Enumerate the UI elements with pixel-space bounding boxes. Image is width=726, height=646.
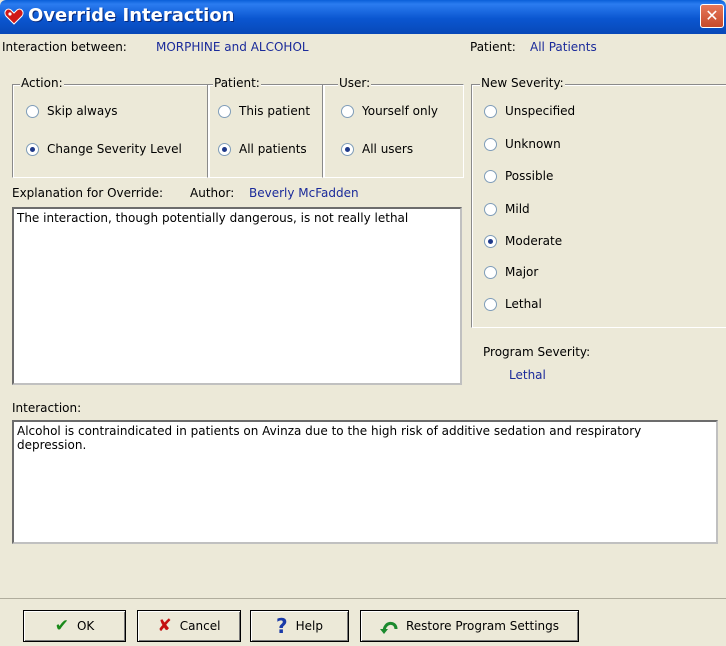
patient-group: [207, 84, 325, 178]
help-button[interactable]: ? Help: [250, 610, 349, 642]
x-mark-icon: ✘: [157, 616, 172, 636]
interaction-between-label: Interaction between:: [2, 40, 127, 54]
severity-major-radio[interactable]: Major: [484, 265, 538, 279]
all-users-radio[interactable]: All users: [341, 142, 413, 156]
heart-app-icon: [4, 8, 24, 25]
user-group: [322, 84, 464, 178]
new-severity-label: New Severity:: [480, 76, 565, 90]
help-button-label: Help: [295, 619, 323, 633]
explanation-label: Explanation for Override:: [12, 186, 164, 200]
change-severity-label: Change Severity Level: [47, 142, 182, 156]
severity-option-label: Moderate: [505, 234, 563, 248]
restore-button-label: Restore Program Settings: [405, 619, 559, 633]
radio-indicator: [341, 142, 354, 156]
program-severity-value: Lethal: [509, 368, 546, 382]
window-title: Override Interaction: [28, 5, 235, 26]
ok-button-label: OK: [76, 619, 95, 633]
radio-indicator: [484, 169, 497, 183]
interaction-textarea[interactable]: Alcohol is contraindicated in patients o…: [12, 420, 718, 544]
skip-always-radio[interactable]: Skip always: [26, 104, 118, 118]
cancel-button-label: Cancel: [179, 619, 221, 633]
patient-value: All Patients: [530, 40, 597, 54]
author-label: Author:: [190, 186, 235, 200]
all-patients-radio[interactable]: All patients: [218, 142, 307, 156]
restore-program-settings-button[interactable]: Restore Program Settings: [360, 610, 579, 642]
skip-always-label: Skip always: [47, 104, 118, 118]
severity-moderate-radio[interactable]: Moderate: [484, 234, 562, 248]
severity-possible-radio[interactable]: Possible: [484, 169, 553, 183]
close-icon[interactable]: ✕: [700, 4, 724, 28]
cancel-button[interactable]: ✘ Cancel: [137, 610, 241, 642]
severity-option-label: Possible: [505, 169, 554, 183]
author-value: Beverly McFadden: [249, 186, 359, 200]
checkmark-icon: ✔: [54, 616, 69, 636]
user-group-label: User:: [338, 76, 372, 90]
severity-mild-radio[interactable]: Mild: [484, 202, 530, 216]
severity-option-label: Unknown: [505, 137, 561, 151]
explanation-textarea[interactable]: The interaction, though potentially dang…: [12, 207, 462, 385]
yourself-only-label: Yourself only: [362, 104, 439, 118]
radio-indicator: [218, 142, 231, 156]
radio-indicator: [26, 104, 39, 118]
action-group-label: Action:: [20, 76, 64, 90]
this-patient-label: This patient: [239, 104, 311, 118]
severity-lethal-radio[interactable]: Lethal: [484, 297, 542, 311]
undo-arrow-icon: [379, 621, 398, 634]
radio-indicator: [26, 142, 39, 156]
radio-indicator: [484, 137, 497, 151]
severity-unspecified-radio[interactable]: Unspecified: [484, 104, 575, 118]
radio-indicator: [484, 234, 497, 248]
radio-indicator: [484, 265, 497, 279]
question-mark-icon: ?: [276, 614, 288, 638]
severity-option-label: Unspecified: [505, 104, 576, 118]
radio-indicator: [341, 104, 354, 118]
program-severity-label: Program Severity:: [483, 345, 591, 359]
radio-indicator: [484, 297, 497, 311]
patient-label: Patient:: [470, 40, 516, 54]
all-patients-label: All patients: [239, 142, 307, 156]
this-patient-radio[interactable]: This patient: [218, 104, 310, 118]
radio-indicator: [484, 104, 497, 118]
radio-indicator: [484, 202, 497, 216]
interaction-between-value: MORPHINE and ALCOHOL: [156, 40, 309, 54]
severity-option-label: Major: [505, 265, 539, 279]
patient-group-label: Patient:: [213, 76, 261, 90]
divider: [0, 598, 726, 599]
radio-indicator: [218, 104, 231, 118]
action-group: [12, 84, 210, 178]
severity-option-label: Mild: [505, 202, 530, 216]
change-severity-radio[interactable]: Change Severity Level: [26, 142, 182, 156]
ok-button[interactable]: ✔ OK: [23, 610, 126, 642]
severity-option-label: Lethal: [505, 297, 542, 311]
yourself-only-radio[interactable]: Yourself only: [341, 104, 438, 118]
title-bar[interactable]: Override Interaction ✕: [0, 0, 726, 34]
interaction-label: Interaction:: [12, 401, 82, 415]
all-users-label: All users: [362, 142, 414, 156]
severity-unknown-radio[interactable]: Unknown: [484, 137, 561, 151]
